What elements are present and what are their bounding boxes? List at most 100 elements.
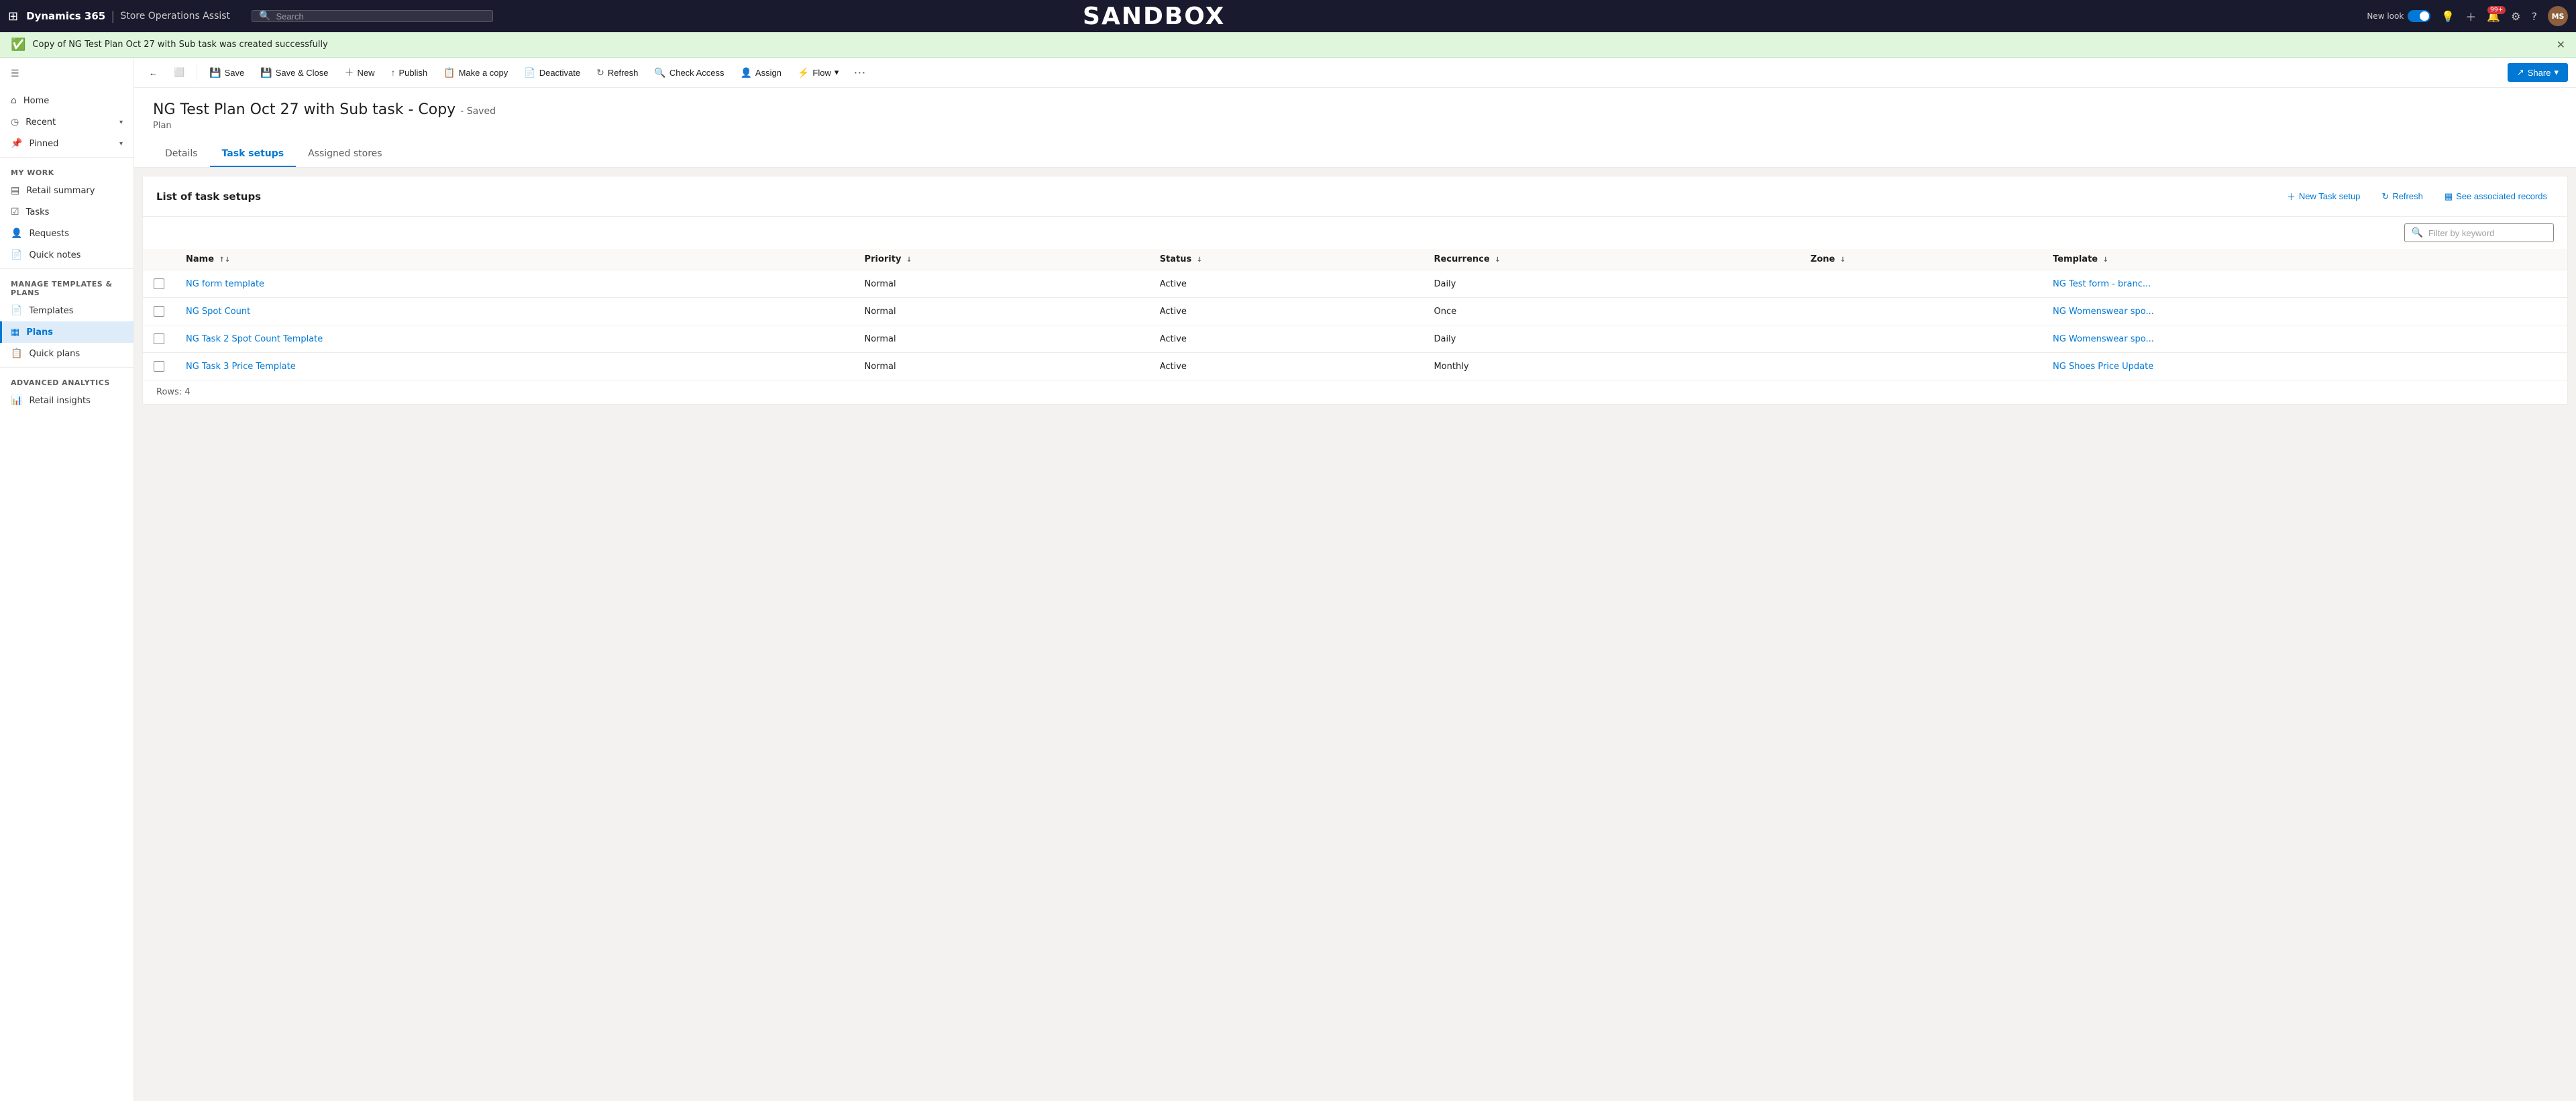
row-name-3[interactable]: NG Task 2 Spot Count Template bbox=[175, 325, 854, 353]
sidebar-item-requests[interactable]: 👤 Requests bbox=[0, 223, 133, 244]
row-checkbox-4[interactable] bbox=[143, 353, 175, 380]
retail-summary-icon: ▤ bbox=[11, 185, 19, 196]
deactivate-button[interactable]: 📄 Deactivate bbox=[517, 63, 587, 83]
new-look-toggle[interactable]: New look bbox=[2367, 10, 2430, 22]
recent-icon: ◷ bbox=[11, 117, 19, 127]
sidebar-item-templates[interactable]: 📄 Templates bbox=[0, 300, 133, 321]
make-copy-button[interactable]: 📋 Make a copy bbox=[437, 63, 515, 83]
main-layout: ☰ ⌂ Home ◷ Recent ▾ 📌 Pinned ▾ My work ▤… bbox=[0, 58, 2576, 1101]
share-chevron-icon: ▾ bbox=[2554, 67, 2559, 78]
tab-details[interactable]: Details bbox=[153, 142, 210, 167]
home-icon: ⌂ bbox=[11, 95, 17, 106]
sidebar-item-quick-plans[interactable]: 📋 Quick plans bbox=[0, 343, 133, 364]
page-content: NG Test Plan Oct 27 with Sub task - Copy… bbox=[134, 88, 2576, 1101]
sidebar-item-quick-notes[interactable]: 📄 Quick notes bbox=[0, 244, 133, 266]
refresh-icon: ↻ bbox=[596, 67, 604, 78]
more-options-button[interactable]: ⋯ bbox=[848, 63, 871, 83]
row-template-3[interactable]: NG Womenswear spo... bbox=[2042, 325, 2567, 353]
col-header-name[interactable]: Name ↑↓ bbox=[175, 249, 854, 270]
sort-zone-icon: ↓ bbox=[1840, 256, 1845, 264]
row-status-1: Active bbox=[1149, 270, 1424, 298]
sidebar-item-plans[interactable]: ▦ Plans bbox=[0, 321, 133, 343]
col-header-template[interactable]: Template ↓ bbox=[2042, 249, 2567, 270]
deactivate-icon: 📄 bbox=[524, 67, 535, 78]
share-button[interactable]: ↗ Share ▾ bbox=[2508, 63, 2568, 82]
task-refresh-button[interactable]: ↻ Refresh bbox=[2375, 187, 2429, 206]
row-name-2[interactable]: NG Spot Count bbox=[175, 298, 854, 325]
publish-button[interactable]: ↑ Publish bbox=[384, 63, 434, 82]
my-work-section-label: My work bbox=[0, 160, 133, 180]
menu-icon: ☰ bbox=[11, 68, 19, 79]
share-icon: ↗ bbox=[2517, 67, 2524, 78]
filter-input-wrapper[interactable]: 🔍 bbox=[2404, 223, 2554, 242]
waffle-icon[interactable]: ⊞ bbox=[8, 9, 18, 23]
col-header-priority[interactable]: Priority ↓ bbox=[854, 249, 1149, 270]
sidebar-item-home[interactable]: ⌂ Home bbox=[0, 90, 133, 111]
row-checkbox-3[interactable] bbox=[143, 325, 175, 353]
check-access-button[interactable]: 🔍 Check Access bbox=[647, 63, 731, 83]
plus-icon[interactable]: ＋ bbox=[2465, 8, 2476, 24]
back-icon: ← bbox=[149, 68, 158, 78]
dynamics-label: Dynamics 365 bbox=[26, 10, 105, 22]
saved-badge: - Saved bbox=[460, 106, 496, 117]
row-checkbox-2[interactable] bbox=[143, 298, 175, 325]
sidebar-pinned-label: Pinned bbox=[29, 139, 58, 149]
task-setups-table: Name ↑↓ Priority ↓ Status ↓ bbox=[143, 249, 2567, 380]
new-button[interactable]: ＋ New bbox=[337, 62, 381, 83]
row-checkbox-1[interactable] bbox=[143, 270, 175, 298]
sidebar-item-recent[interactable]: ◷ Recent ▾ bbox=[0, 111, 133, 133]
back-button[interactable]: ← bbox=[142, 64, 164, 82]
record-title-text: NG Test Plan Oct 27 with Sub task - Copy bbox=[153, 101, 455, 118]
notifications-icon[interactable]: 🔔 99+ bbox=[2487, 10, 2500, 23]
col-header-status[interactable]: Status ↓ bbox=[1149, 249, 1424, 270]
analytics-section-label: Advanced analytics bbox=[0, 370, 133, 390]
task-setups-section: List of task setups ＋ New Task setup ↻ R… bbox=[142, 176, 2568, 405]
sidebar-item-tasks[interactable]: ☑ Tasks bbox=[0, 201, 133, 223]
quick-notes-icon: 📄 bbox=[11, 250, 22, 260]
assign-button[interactable]: 👤 Assign bbox=[733, 63, 788, 83]
tab-task-setups[interactable]: Task setups bbox=[210, 142, 297, 167]
breadcrumb-button[interactable]: ⬜ bbox=[167, 63, 191, 82]
record-tabs: Details Task setups Assigned stores bbox=[153, 142, 2557, 167]
help-icon[interactable]: ? bbox=[2532, 10, 2538, 23]
flow-button[interactable]: ⚡ Flow ▾ bbox=[791, 63, 845, 83]
row-status-2: Active bbox=[1149, 298, 1424, 325]
task-refresh-label: Refresh bbox=[2392, 191, 2423, 201]
sidebar-hamburger[interactable]: ☰ bbox=[0, 63, 133, 85]
avatar[interactable]: MS bbox=[2548, 6, 2568, 26]
row-template-4[interactable]: NG Shoes Price Update bbox=[2042, 353, 2567, 380]
row-recurrence-3: Daily bbox=[1423, 325, 1799, 353]
settings-icon[interactable]: ⚙ bbox=[2511, 10, 2520, 23]
row-priority-3: Normal bbox=[854, 325, 1149, 353]
filter-search-icon: 🔍 bbox=[2412, 227, 2423, 238]
search-input[interactable] bbox=[276, 11, 486, 21]
success-banner: ✅ Copy of NG Test Plan Oct 27 with Sub t… bbox=[0, 32, 2576, 58]
close-banner-button[interactable]: ✕ bbox=[2557, 38, 2565, 51]
refresh-button[interactable]: ↻ Refresh bbox=[590, 63, 645, 83]
sidebar-item-pinned[interactable]: 📌 Pinned ▾ bbox=[0, 133, 133, 154]
sidebar-item-retail-summary[interactable]: ▤ Retail summary bbox=[0, 180, 133, 201]
requests-icon: 👤 bbox=[11, 228, 22, 239]
row-count: Rows: 4 bbox=[143, 380, 2567, 404]
save-button[interactable]: 💾 Save bbox=[203, 63, 251, 83]
row-name-1[interactable]: NG form template bbox=[175, 270, 854, 298]
col-header-recurrence[interactable]: Recurrence ↓ bbox=[1423, 249, 1799, 270]
col-header-zone[interactable]: Zone ↓ bbox=[1800, 249, 2042, 270]
filter-keyword-input[interactable] bbox=[2428, 228, 2546, 238]
global-search[interactable]: 🔍 bbox=[252, 10, 493, 22]
row-template-1[interactable]: NG Test form - branc... bbox=[2042, 270, 2567, 298]
row-name-4[interactable]: NG Task 3 Price Template bbox=[175, 353, 854, 380]
tab-assigned-stores[interactable]: Assigned stores bbox=[296, 142, 394, 167]
row-template-2[interactable]: NG Womenswear spo... bbox=[2042, 298, 2567, 325]
new-task-setup-button[interactable]: ＋ New Task setup bbox=[2280, 186, 2367, 207]
row-recurrence-2: Once bbox=[1423, 298, 1799, 325]
top-nav-right: New look 💡 ＋ 🔔 99+ ⚙ ? MS bbox=[2367, 6, 2568, 26]
task-section-header: List of task setups ＋ New Task setup ↻ R… bbox=[143, 176, 2567, 217]
tasks-icon: ☑ bbox=[11, 207, 19, 217]
lightbulb-icon[interactable]: 💡 bbox=[2441, 10, 2455, 23]
sidebar-top: ☰ bbox=[0, 58, 133, 90]
sidebar-item-retail-insights[interactable]: 📊 Retail insights bbox=[0, 390, 133, 411]
save-close-button[interactable]: 💾 Save & Close bbox=[254, 63, 335, 83]
see-associated-button[interactable]: ▦ See associated records bbox=[2438, 187, 2554, 206]
new-look-switch[interactable] bbox=[2408, 10, 2430, 22]
